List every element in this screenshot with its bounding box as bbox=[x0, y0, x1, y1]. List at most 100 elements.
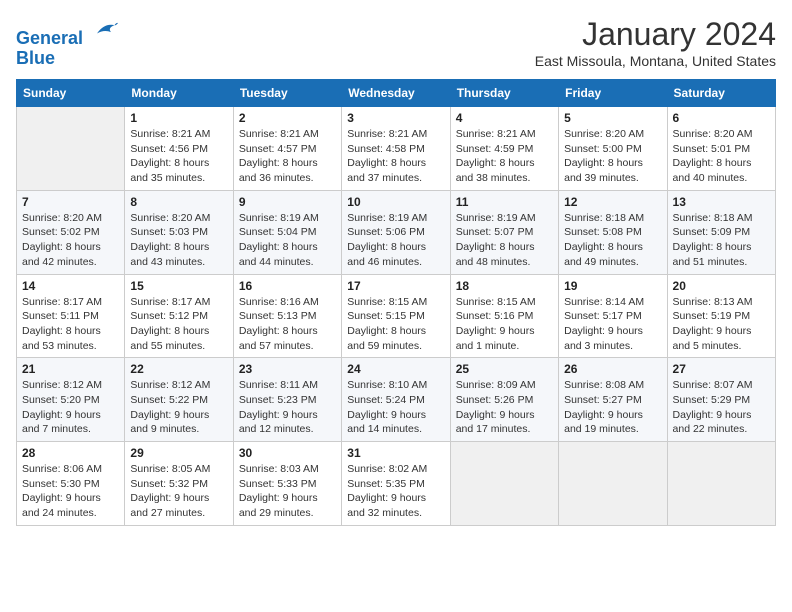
calendar-cell bbox=[450, 442, 558, 526]
header: General Blue January 2024 East Missoula,… bbox=[16, 16, 776, 69]
weekday-header-monday: Monday bbox=[125, 80, 233, 107]
calendar-cell: 7 Sunrise: 8:20 AMSunset: 5:02 PMDaylight… bbox=[17, 190, 125, 274]
calendar-cell: 1 Sunrise: 8:21 AMSunset: 4:56 PMDaylight… bbox=[125, 107, 233, 191]
day-info: Sunrise: 8:20 AMSunset: 5:01 PMDaylight:… bbox=[673, 127, 770, 186]
calendar-cell: 3 Sunrise: 8:21 AMSunset: 4:58 PMDaylight… bbox=[342, 107, 450, 191]
day-info: Sunrise: 8:17 AMSunset: 5:11 PMDaylight:… bbox=[22, 295, 119, 354]
day-info: Sunrise: 8:20 AMSunset: 5:02 PMDaylight:… bbox=[22, 211, 119, 270]
calendar-cell: 26Sunrise: 8:08 AMSunset: 5:27 PMDayligh… bbox=[559, 358, 667, 442]
day-info: Sunrise: 8:20 AMSunset: 5:00 PMDaylight:… bbox=[564, 127, 661, 186]
calendar-cell: 23 Sunrise: 8:11 AMSunset: 5:23 PMDayligh… bbox=[233, 358, 341, 442]
day-number: 28 bbox=[22, 446, 119, 460]
calendar-cell: 8Sunrise: 8:20 AMSunset: 5:03 PMDaylight… bbox=[125, 190, 233, 274]
week-row-4: 21Sunrise: 8:12 AMSunset: 5:20 PMDayligh… bbox=[17, 358, 776, 442]
day-number: 18 bbox=[456, 279, 553, 293]
weekday-header-tuesday: Tuesday bbox=[233, 80, 341, 107]
day-number: 3 bbox=[347, 111, 444, 125]
day-info: Sunrise: 8:10 AMSunset: 5:24 PMDaylight:… bbox=[347, 378, 444, 437]
day-info: Sunrise: 8:13 AMSunset: 5:19 PMDaylight:… bbox=[673, 295, 770, 354]
calendar-cell: 21Sunrise: 8:12 AMSunset: 5:20 PMDayligh… bbox=[17, 358, 125, 442]
day-number: 1 bbox=[130, 111, 227, 125]
calendar-cell: 22Sunrise: 8:12 AMSunset: 5:22 PMDayligh… bbox=[125, 358, 233, 442]
day-info: Sunrise: 8:03 AMSunset: 5:33 PMDaylight:… bbox=[239, 462, 336, 521]
day-info: Sunrise: 8:21 AMSunset: 4:56 PMDaylight:… bbox=[130, 127, 227, 186]
day-number: 24 bbox=[347, 362, 444, 376]
calendar-cell: 14 Sunrise: 8:17 AMSunset: 5:11 PMDayligh… bbox=[17, 274, 125, 358]
weekday-header-row: SundayMondayTuesdayWednesdayThursdayFrid… bbox=[17, 80, 776, 107]
day-info: Sunrise: 8:11 AMSunset: 5:23 PMDaylight:… bbox=[239, 378, 336, 437]
logo-text: General Blue bbox=[16, 16, 118, 69]
calendar-cell: 11 Sunrise: 8:19 AMSunset: 5:07 PMDayligh… bbox=[450, 190, 558, 274]
logo-blue: Blue bbox=[16, 48, 55, 68]
week-row-1: 1 Sunrise: 8:21 AMSunset: 4:56 PMDaylight… bbox=[17, 107, 776, 191]
day-info: Sunrise: 8:08 AMSunset: 5:27 PMDaylight:… bbox=[564, 378, 661, 437]
day-number: 4 bbox=[456, 111, 553, 125]
logo-general: General bbox=[16, 28, 83, 48]
calendar-cell: 27 Sunrise: 8:07 AMSunset: 5:29 PMDayligh… bbox=[667, 358, 775, 442]
calendar-cell bbox=[667, 442, 775, 526]
calendar-cell bbox=[17, 107, 125, 191]
logo-bird-icon bbox=[90, 16, 118, 44]
weekday-header-saturday: Saturday bbox=[667, 80, 775, 107]
day-number: 31 bbox=[347, 446, 444, 460]
day-info: Sunrise: 8:19 AMSunset: 5:04 PMDaylight:… bbox=[239, 211, 336, 270]
day-info: Sunrise: 8:07 AMSunset: 5:29 PMDaylight:… bbox=[673, 378, 770, 437]
day-number: 5 bbox=[564, 111, 661, 125]
calendar-cell: 24 Sunrise: 8:10 AMSunset: 5:24 PMDayligh… bbox=[342, 358, 450, 442]
calendar-cell: 15Sunrise: 8:17 AMSunset: 5:12 PMDayligh… bbox=[125, 274, 233, 358]
weekday-header-friday: Friday bbox=[559, 80, 667, 107]
day-info: Sunrise: 8:12 AMSunset: 5:22 PMDaylight:… bbox=[130, 378, 227, 437]
logo: General Blue bbox=[16, 16, 118, 69]
day-number: 21 bbox=[22, 362, 119, 376]
day-number: 14 bbox=[22, 279, 119, 293]
day-number: 12 bbox=[564, 195, 661, 209]
day-info: Sunrise: 8:06 AMSunset: 5:30 PMDaylight:… bbox=[22, 462, 119, 521]
weekday-header-wednesday: Wednesday bbox=[342, 80, 450, 107]
day-number: 19 bbox=[564, 279, 661, 293]
weekday-header-thursday: Thursday bbox=[450, 80, 558, 107]
calendar-cell: 5 Sunrise: 8:20 AMSunset: 5:00 PMDaylight… bbox=[559, 107, 667, 191]
day-info: Sunrise: 8:09 AMSunset: 5:26 PMDaylight:… bbox=[456, 378, 553, 437]
day-info: Sunrise: 8:19 AMSunset: 5:07 PMDaylight:… bbox=[456, 211, 553, 270]
day-info: Sunrise: 8:18 AMSunset: 5:09 PMDaylight:… bbox=[673, 211, 770, 270]
day-number: 27 bbox=[673, 362, 770, 376]
day-info: Sunrise: 8:20 AMSunset: 5:03 PMDaylight:… bbox=[130, 211, 227, 270]
day-number: 23 bbox=[239, 362, 336, 376]
week-row-3: 14 Sunrise: 8:17 AMSunset: 5:11 PMDayligh… bbox=[17, 274, 776, 358]
calendar-table: SundayMondayTuesdayWednesdayThursdayFrid… bbox=[16, 79, 776, 526]
day-info: Sunrise: 8:21 AMSunset: 4:58 PMDaylight:… bbox=[347, 127, 444, 186]
day-info: Sunrise: 8:21 AMSunset: 4:59 PMDaylight:… bbox=[456, 127, 553, 186]
day-info: Sunrise: 8:02 AMSunset: 5:35 PMDaylight:… bbox=[347, 462, 444, 521]
day-info: Sunrise: 8:14 AMSunset: 5:17 PMDaylight:… bbox=[564, 295, 661, 354]
calendar-cell: 2Sunrise: 8:21 AMSunset: 4:57 PMDaylight… bbox=[233, 107, 341, 191]
day-number: 20 bbox=[673, 279, 770, 293]
calendar-cell: 16Sunrise: 8:16 AMSunset: 5:13 PMDayligh… bbox=[233, 274, 341, 358]
day-number: 17 bbox=[347, 279, 444, 293]
calendar-cell: 17 Sunrise: 8:15 AMSunset: 5:15 PMDayligh… bbox=[342, 274, 450, 358]
calendar-cell: 30 Sunrise: 8:03 AMSunset: 5:33 PMDayligh… bbox=[233, 442, 341, 526]
calendar-cell: 19 Sunrise: 8:14 AMSunset: 5:17 PMDayligh… bbox=[559, 274, 667, 358]
calendar-cell: 13Sunrise: 8:18 AMSunset: 5:09 PMDayligh… bbox=[667, 190, 775, 274]
day-number: 11 bbox=[456, 195, 553, 209]
day-info: Sunrise: 8:05 AMSunset: 5:32 PMDaylight:… bbox=[130, 462, 227, 521]
day-number: 15 bbox=[130, 279, 227, 293]
title-area: January 2024 East Missoula, Montana, Uni… bbox=[535, 16, 776, 69]
calendar-cell: 20 Sunrise: 8:13 AMSunset: 5:19 PMDayligh… bbox=[667, 274, 775, 358]
calendar-cell: 9 Sunrise: 8:19 AMSunset: 5:04 PMDaylight… bbox=[233, 190, 341, 274]
weekday-header-sunday: Sunday bbox=[17, 80, 125, 107]
day-number: 7 bbox=[22, 195, 119, 209]
day-number: 6 bbox=[673, 111, 770, 125]
day-info: Sunrise: 8:15 AMSunset: 5:15 PMDaylight:… bbox=[347, 295, 444, 354]
calendar-cell: 6 Sunrise: 8:20 AMSunset: 5:01 PMDaylight… bbox=[667, 107, 775, 191]
day-number: 30 bbox=[239, 446, 336, 460]
calendar-cell: 18Sunrise: 8:15 AMSunset: 5:16 PMDayligh… bbox=[450, 274, 558, 358]
calendar-cell: 28 Sunrise: 8:06 AMSunset: 5:30 PMDayligh… bbox=[17, 442, 125, 526]
calendar-cell: 29Sunrise: 8:05 AMSunset: 5:32 PMDayligh… bbox=[125, 442, 233, 526]
calendar-subtitle: East Missoula, Montana, United States bbox=[535, 53, 776, 69]
calendar-title: January 2024 bbox=[535, 16, 776, 53]
day-number: 2 bbox=[239, 111, 336, 125]
day-number: 10 bbox=[347, 195, 444, 209]
calendar-cell: 12Sunrise: 8:18 AMSunset: 5:08 PMDayligh… bbox=[559, 190, 667, 274]
day-number: 9 bbox=[239, 195, 336, 209]
day-info: Sunrise: 8:19 AMSunset: 5:06 PMDaylight:… bbox=[347, 211, 444, 270]
